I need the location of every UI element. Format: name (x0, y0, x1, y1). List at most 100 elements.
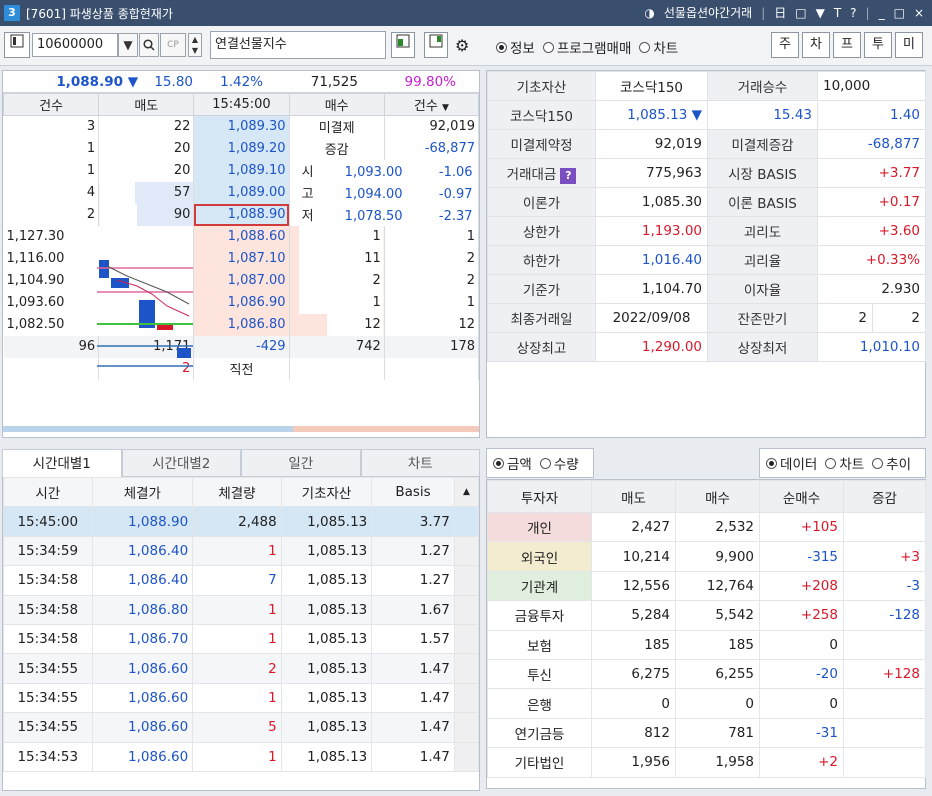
radio-info[interactable]: 정보 (496, 37, 535, 57)
bid-price[interactable]: 1,087.00 (193, 269, 290, 292)
ask-price[interactable]: 1,089.10 (193, 159, 290, 182)
scrollbar-track[interactable] (453, 712, 480, 743)
investor-header-cell: 매도 (591, 480, 676, 513)
ask-price[interactable]: 1,089.30 (193, 115, 290, 138)
investor-row[interactable]: 금융투자 5,284 5,542 +258 -128 (487, 600, 926, 631)
radio-chart-view[interactable]: 차트 (825, 453, 864, 473)
tab-trades-2[interactable]: 시간대별2 (121, 449, 241, 477)
radio-amount[interactable]: 금액 (493, 453, 532, 473)
layout-icon[interactable]: 日 (774, 4, 786, 21)
tab-investor[interactable]: 투 (864, 32, 892, 58)
investor-row[interactable]: 외국인 10,214 9,900 -315 +3 (487, 541, 926, 572)
radio-quantity[interactable]: 수량 (539, 453, 579, 473)
tab-chart[interactable]: 차 (802, 32, 830, 58)
info-label: 기초자산 (487, 71, 596, 101)
investor-net: -31 (759, 717, 844, 749)
trade-row[interactable]: 15:34:55 1,086.60 1 1,085.13 1.47 (3, 682, 480, 714)
chart-button-1[interactable] (391, 32, 415, 58)
scrollbar-track[interactable] (453, 565, 480, 596)
investor-row[interactable]: 기관계 12,556 12,764 +208 -3 (487, 570, 926, 602)
scrollbar-track[interactable] (453, 535, 480, 567)
scrollbar-track[interactable] (453, 682, 480, 714)
bid-row[interactable]: 1,127.30 1,088.60 1 1 (4, 225, 480, 248)
tab-trades-4[interactable]: 차트 (360, 449, 480, 477)
investor-row[interactable]: 보험 185 185 0 (487, 629, 926, 660)
chart-button-2[interactable] (424, 32, 448, 58)
tab-program[interactable]: 프 (833, 32, 861, 58)
font-icon[interactable]: T (834, 6, 841, 20)
volume-ratio: 99.80% (404, 73, 456, 90)
investor-row[interactable]: 투신 6,275 6,255 -20 +128 (487, 658, 926, 690)
bid-price[interactable]: 1,088.60 (193, 225, 290, 248)
radio-trend[interactable]: 추이 (872, 453, 911, 473)
help-icon[interactable]: ? (850, 6, 856, 20)
trade-time: 15:34:55 (3, 682, 93, 714)
investor-buy: 781 (675, 717, 760, 749)
ask-row[interactable]: 4 57 1,089.00 고 1,094.00 -0.97 (3, 181, 480, 204)
ask-row[interactable]: 2 90 1,088.90 저 1,078.50 -2.37 (3, 203, 480, 226)
ask-price[interactable]: 1,089.20 (193, 137, 290, 160)
bid-price[interactable]: 1,086.90 (193, 291, 290, 314)
search-button[interactable] (139, 33, 159, 57)
radio-chart[interactable]: 차트 (639, 37, 678, 57)
spin-button[interactable]: ▲ ▼ (188, 33, 202, 57)
bid-count: 12 (384, 313, 480, 336)
bid-row[interactable]: 1,093.60 1,086.90 1 1 (4, 291, 480, 314)
tab-trades-1[interactable]: 시간대별1 (2, 449, 122, 477)
night-trading-label[interactable]: 선물옵션야간거래 (664, 4, 752, 21)
radio-data[interactable]: 데이터 (766, 453, 817, 473)
radio-program[interactable]: 프로그램매매 (542, 37, 631, 57)
header-bid-count[interactable]: 건수 ▼ (383, 93, 480, 116)
investor-buy: 6,255 (675, 658, 760, 690)
close-icon[interactable]: × (914, 6, 924, 20)
trade-row[interactable]: 15:34:55 1,086.60 5 1,085.13 1.47 (3, 712, 480, 743)
trade-price: 1,086.40 (91, 535, 194, 567)
trade-row[interactable]: 15:34:58 1,086.80 1 1,085.13 1.67 (3, 594, 480, 625)
scroll-up-icon[interactable]: ▲ (453, 476, 480, 508)
trade-time: 15:34:53 (3, 741, 93, 772)
investor-row[interactable]: 은행 0 0 0 (487, 688, 926, 719)
investor-name: 은행 (487, 688, 592, 719)
menu-button[interactable] (4, 32, 30, 58)
ask-price[interactable]: 1,088.90 (193, 203, 290, 226)
bid-row[interactable]: 1,104.90 1,087.00 2 2 (4, 269, 480, 292)
ask-row[interactable]: 1 20 1,089.20 증감 -68,877 (3, 137, 480, 160)
ask-row[interactable]: 3 22 1,089.30 미결제 92,019 (3, 115, 480, 138)
code-dropdown-button[interactable]: ▼ (118, 33, 138, 57)
trade-row[interactable]: 15:45:00 1,088.90 2,488 1,085.13 3.77 (3, 506, 480, 537)
trade-row[interactable]: 15:34:59 1,086.40 1 1,085.13 1.27 (3, 535, 480, 567)
investor-row[interactable]: 기타법인 1,956 1,958 +2 (487, 747, 926, 778)
scrollbar-track[interactable] (453, 653, 480, 684)
scrollbar-track[interactable] (453, 623, 480, 655)
settings-gear-icon[interactable]: ⚙ (455, 36, 469, 55)
minimize-icon[interactable]: _ (879, 6, 885, 20)
maximize-icon[interactable]: □ (894, 6, 905, 20)
info-value: +3.77 (817, 158, 926, 188)
info-value: 1,290.00 (595, 332, 708, 362)
bid-price[interactable]: 1,086.80 (193, 313, 290, 336)
investor-row[interactable]: 연기금등 812 781 -31 (487, 717, 926, 749)
trade-row[interactable]: 15:34:53 1,086.60 1 1,085.13 1.47 (3, 741, 480, 772)
scrollbar-track[interactable] (453, 741, 480, 772)
trade-row[interactable]: 15:34:58 1,086.40 7 1,085.13 1.27 (3, 565, 480, 596)
tab-stock[interactable]: 주 (771, 32, 799, 58)
link-icon[interactable]: □ (795, 6, 806, 20)
pin-icon[interactable]: ▼ (816, 6, 825, 20)
code-input[interactable]: 10600000 (32, 33, 118, 57)
trade-row[interactable]: 15:34:55 1,086.60 2 1,085.13 1.47 (3, 653, 480, 684)
trade-row[interactable]: 15:34:58 1,086.70 1 1,085.13 1.57 (3, 623, 480, 655)
bid-price[interactable]: 1,087.10 (193, 247, 290, 270)
cp-button[interactable]: CP (160, 33, 186, 57)
help-icon[interactable]: ? (560, 167, 577, 184)
ask-count: 4 (3, 181, 100, 204)
ask-price[interactable]: 1,089.00 (193, 181, 290, 204)
investor-row[interactable]: 개인 2,427 2,532 +105 (487, 511, 926, 543)
bid-row[interactable]: 1,082.50 1,086.80 12 12 (4, 313, 480, 336)
ask-row[interactable]: 1 20 1,089.10 시 1,093.00 -1.06 (3, 159, 480, 182)
tab-open-interest[interactable]: 미 (895, 32, 923, 58)
product-name-field[interactable]: 연결선물지수 (210, 31, 386, 59)
bid-row[interactable]: 1,116.00 1,087.10 11 2 (4, 247, 480, 270)
tab-trades-3[interactable]: 일간 (241, 449, 361, 477)
scrollbar-track[interactable] (453, 506, 480, 537)
scrollbar-track[interactable] (453, 594, 480, 625)
